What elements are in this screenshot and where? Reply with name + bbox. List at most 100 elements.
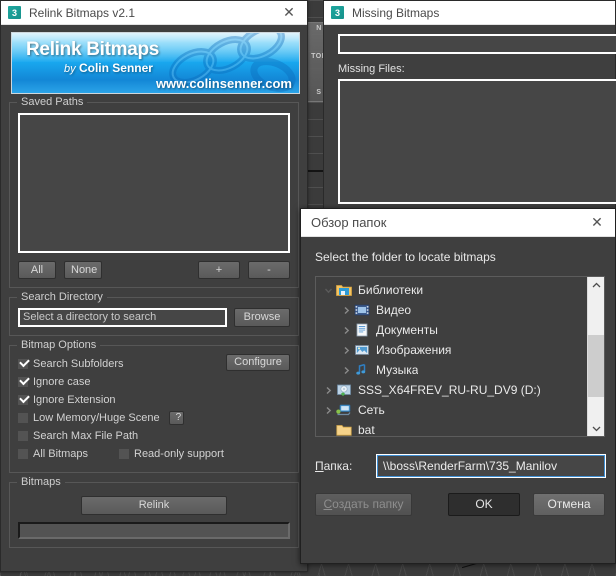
chevron-right-icon[interactable] (320, 406, 336, 415)
folder-dialog-titlebar: Обзор папок ✕ (301, 209, 615, 237)
search-directory-input[interactable]: Select a directory to search (18, 308, 227, 327)
banner-author: by Colin Senner (64, 61, 153, 75)
libraries-folder-icon (336, 283, 353, 297)
close-icon[interactable]: ✕ (275, 2, 303, 24)
tree-item-network[interactable]: Сеть (316, 400, 587, 420)
documents-library-icon (354, 323, 371, 337)
option-row-ignore-case[interactable]: Ignore case (18, 374, 290, 390)
tree-item-label: bat (358, 423, 375, 436)
folder-tree-scrollbar[interactable] (587, 277, 604, 436)
option-row-ignore-extension[interactable]: Ignore Extension (18, 392, 290, 408)
checkbox-ignore-extension[interactable] (18, 395, 28, 405)
bitmaps-group: Bitmaps Relink (9, 476, 299, 548)
tree-item-libraries[interactable]: Библиотеки (316, 280, 587, 300)
missing-files-list[interactable] (338, 79, 616, 204)
tree-item-label: Музыка (376, 363, 419, 377)
video-library-icon (354, 303, 371, 317)
select-none-button[interactable]: None (64, 261, 102, 279)
folder-tree[interactable]: Библиотеки Видео Документы Изображения М… (316, 277, 587, 436)
tree-item-label: Изображения (376, 343, 452, 357)
folder-icon (336, 423, 353, 436)
search-directory-group: Search Directory Select a directory to s… (9, 291, 299, 336)
max-3-icon: 3 (331, 6, 344, 19)
create-folder-mnemonic: С (323, 497, 333, 511)
label-read-only-support: Read-only support (134, 448, 224, 460)
banner-url: www.colinsenner.com (155, 76, 292, 91)
tree-item-label: Видео (376, 303, 412, 317)
relink-titlebar: 3 Relink Bitmaps v2.1 ✕ (1, 1, 307, 25)
folder-path-row: Папка: \\boss\RenderFarm\735_Manilov (315, 454, 606, 478)
select-all-button[interactable]: All (18, 261, 56, 279)
checkbox-search-subfolders[interactable] (18, 359, 28, 369)
add-path-button[interactable]: + (198, 261, 240, 279)
ok-button[interactable]: OK (448, 493, 520, 516)
folder-path-label-rest: апка: (323, 459, 353, 473)
bitmaps-legend: Bitmaps (17, 476, 65, 488)
tree-item-dvd-drive[interactable]: SSS_X64FREV_RU-RU_DV9 (D:) (316, 380, 587, 400)
scroll-down-icon[interactable] (588, 420, 605, 436)
max-3-icon: 3 (8, 6, 21, 19)
folder-dialog-buttons: Создать папку OK Отмена (315, 493, 605, 516)
checkbox-ignore-case[interactable] (18, 377, 28, 387)
saved-paths-legend: Saved Paths (17, 96, 88, 108)
music-library-icon (354, 363, 371, 377)
scroll-up-icon[interactable] (588, 277, 605, 293)
folder-dialog-title: Обзор папок (311, 215, 387, 230)
tree-item-label: Сеть (358, 403, 385, 417)
chevron-right-icon[interactable] (320, 386, 336, 395)
option-row-low-memory[interactable]: Low Memory/Huge Scene ? (18, 410, 290, 426)
tree-item-documents[interactable]: Документы (316, 320, 587, 340)
relink-window-title: Relink Bitmaps v2.1 (29, 5, 136, 20)
browse-button[interactable]: Browse (234, 308, 290, 327)
cancel-button[interactable]: Отмена (533, 493, 605, 516)
create-folder-button[interactable]: Создать папку (315, 493, 412, 516)
scrollbar-thumb[interactable] (587, 335, 604, 397)
chevron-right-icon[interactable] (338, 366, 354, 375)
folder-path-input[interactable]: \\boss\RenderFarm\735_Manilov (376, 454, 606, 478)
remove-path-button[interactable]: - (248, 261, 290, 279)
scrollbar-track[interactable] (587, 293, 604, 420)
option-row-search-max-file-path[interactable]: Search Max File Path (18, 428, 290, 444)
relink-button[interactable]: Relink (81, 496, 227, 515)
saved-paths-listbox[interactable] (18, 113, 290, 253)
folder-dialog-prompt: Select the folder to locate bitmaps (315, 250, 496, 264)
label-search-max-file-path: Search Max File Path (33, 430, 139, 442)
checkbox-all-bitmaps[interactable] (18, 449, 28, 459)
tree-item-pictures[interactable]: Изображения (316, 340, 587, 360)
tree-item-bat[interactable]: bat (316, 420, 587, 436)
banner-author-name: Colin Senner (78, 61, 153, 75)
relink-progress-bar (18, 522, 290, 539)
create-folder-rest: оздать папку (332, 497, 404, 511)
chevron-right-icon[interactable] (338, 306, 354, 315)
dvd-drive-icon (336, 383, 353, 397)
missing-bitmaps-search-input[interactable] (338, 34, 616, 54)
tree-item-music[interactable]: Музыка (316, 360, 587, 380)
banner-by-word: by (64, 63, 76, 75)
search-directory-legend: Search Directory (17, 291, 107, 303)
chevron-right-icon[interactable] (338, 346, 354, 355)
missing-bitmaps-window: 3 Missing Bitmaps Missing Files: (323, 0, 616, 224)
banner-title: Relink Bitmaps (26, 39, 160, 60)
folder-tree-container: Библиотеки Видео Документы Изображения М… (315, 276, 605, 437)
label-all-bitmaps: All Bitmaps (33, 448, 89, 460)
tree-item-label: SSS_X64FREV_RU-RU_DV9 (D:) (358, 383, 541, 397)
chevron-down-icon[interactable] (320, 286, 336, 295)
help-icon[interactable]: ? (168, 411, 184, 425)
browse-for-folder-dialog: Обзор папок ✕ Select the folder to locat… (300, 208, 616, 564)
checkbox-search-max-file-path[interactable] (18, 431, 28, 441)
relink-bitmaps-window: 3 Relink Bitmaps v2.1 ✕ Relink Bitmaps b… (0, 0, 308, 572)
checkbox-low-memory-huge-scene[interactable] (18, 413, 28, 423)
bitmap-options-legend: Bitmap Options (17, 339, 101, 351)
configure-button[interactable]: Configure (226, 354, 290, 371)
network-icon (336, 403, 353, 417)
label-ignore-case: Ignore case (33, 376, 91, 388)
folder-path-label-mnemonic: П (315, 459, 324, 473)
checkbox-read-only-support[interactable] (119, 449, 129, 459)
missing-bitmaps-title: Missing Bitmaps (352, 5, 440, 20)
close-icon[interactable]: ✕ (583, 212, 611, 234)
tree-item-video[interactable]: Видео (316, 300, 587, 320)
pictures-library-icon (354, 343, 371, 357)
option-row-all-bitmaps[interactable]: All Bitmaps Read-only support (18, 446, 290, 462)
chevron-right-icon[interactable] (338, 326, 354, 335)
saved-paths-group: Saved Paths All None + - (9, 96, 299, 288)
